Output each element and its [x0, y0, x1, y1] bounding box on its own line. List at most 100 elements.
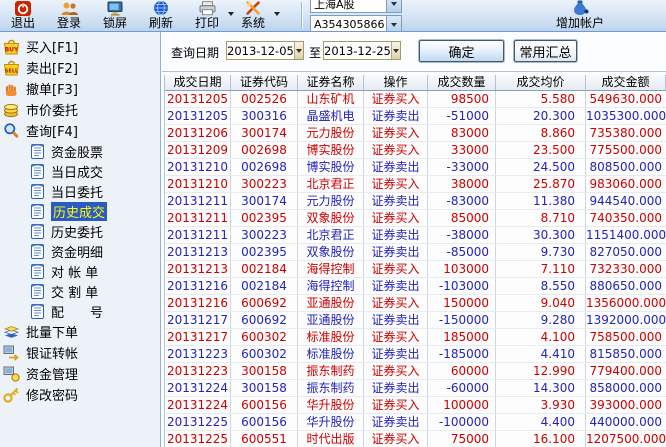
column-header-3[interactable]: 操作	[364, 75, 428, 90]
column-header-5[interactable]: 成交均价	[496, 75, 586, 90]
table-row[interactable]: 20131217600302标准股份证券买入1850004.100758500.…	[165, 329, 666, 346]
table-row[interactable]: 20131206300174元力股份证券买入830008.860735380.0…	[165, 125, 666, 142]
confirm-button[interactable]: 确定	[419, 40, 504, 62]
cell-amount: 880650.000	[586, 278, 666, 294]
chevron-down-icon[interactable]	[294, 42, 303, 59]
sidebar-item-allot-number[interactable]: 配 号	[0, 301, 160, 321]
table-row[interactable]: 20131210300223北京君正证券买入3800025.870983060.…	[165, 176, 666, 193]
cell-date: 20131205	[165, 91, 231, 107]
toolbar-button-system[interactable]: 系统	[230, 0, 276, 31]
cell-date: 20131216	[165, 278, 231, 294]
batch-icon	[1, 323, 21, 341]
table-row[interactable]: 20131224300158振东制药证券卖出-6000014.300858000…	[165, 380, 666, 397]
table-row[interactable]: 20131205300316晶盛机电证券卖出-5100020.300103530…	[165, 108, 666, 125]
table-row[interactable]: 20131210002698博实股份证券卖出-3300024.500808500…	[165, 159, 666, 176]
globe-icon	[153, 0, 169, 16]
cell-qty: 85000	[428, 210, 496, 226]
market-select[interactable]: 上海A股	[310, 0, 402, 13]
table-row[interactable]: 20131209002698博实股份证券买入3300023.500775500.…	[165, 142, 666, 159]
sidebar-item-market-order[interactable]: 市价委托	[0, 99, 160, 120]
sidebar-item-cancel-order[interactable]: 撤单[F3]	[0, 78, 160, 99]
cell-price: 9.280	[496, 312, 586, 328]
cell-price: 4.100	[496, 329, 586, 345]
table-row[interactable]: 20131211002395双象股份证券买入850008.710740350.0…	[165, 210, 666, 227]
chevron-down-icon[interactable]	[391, 42, 400, 59]
cell-qty: 75000	[428, 431, 496, 447]
toolbar-button-lock-screen[interactable]: 锁屏	[92, 0, 138, 31]
column-header-1[interactable]: 证券代码	[231, 75, 298, 90]
table-row[interactable]: 20131211300174元力股份证券卖出-8300011.380944540…	[165, 193, 666, 210]
to-date-select[interactable]: 2013-12-25	[323, 41, 401, 60]
summary-button[interactable]: 常用汇总	[514, 40, 577, 62]
table-row[interactable]: 20131225600156华升股份证券卖出-1000004.400440000…	[165, 414, 666, 431]
table-row[interactable]: 20131216600692亚通股份证券买入1500009.0401356000…	[165, 295, 666, 312]
table-row[interactable]: 20131224600156华升股份证券买入1000003.930393000.…	[165, 397, 666, 414]
sidebar-item-today-deals[interactable]: 当日成交	[0, 161, 160, 181]
sidebar-item-statement[interactable]: 对 帐 单	[0, 261, 160, 281]
sidebar-item-label: 资金股票	[51, 142, 103, 161]
cell-amount: 808500.000	[586, 159, 666, 175]
cell-date: 20131223	[165, 363, 231, 379]
account-select[interactable]: A354305866	[310, 15, 402, 32]
table-row[interactable]: 20131216002184海得控制证券卖出-1030008.550880650…	[165, 278, 666, 295]
cell-amount: 1035300.000	[586, 108, 666, 124]
table-row[interactable]: 20131211300223北京君正证券卖出-3800030.300115140…	[165, 227, 666, 244]
table-row[interactable]: 20131225600551时代出版证券买入7500016.1001207500…	[165, 431, 666, 447]
sidebar-item-label: 资金管理	[26, 364, 78, 383]
sidebar-item-today-orders[interactable]: 当日委托	[0, 181, 160, 201]
dropdown-caret-icon[interactable]	[274, 12, 280, 16]
column-header-6[interactable]: 成交金额	[586, 75, 666, 90]
cell-name: 海得控制	[298, 278, 364, 294]
sidebar-item-buy[interactable]: BUY买入[F1]	[0, 36, 160, 57]
sidebar-item-query[interactable]: 查询[F4]	[0, 120, 160, 141]
sidebar-item-fund-manage[interactable]: 资金管理	[0, 363, 160, 384]
table-row[interactable]: 20131223600302标准股份证券卖出-1850004.410815850…	[165, 346, 666, 363]
cell-name: 双象股份	[298, 244, 364, 260]
sidebar-item-change-password[interactable]: 修改密码	[0, 384, 160, 405]
cell-qty: 103000	[428, 261, 496, 277]
cell-amount: 758500.000	[586, 329, 666, 345]
cell-date: 20131211	[165, 210, 231, 226]
sidebar-item-history-deals[interactable]: 历史成交	[0, 201, 160, 221]
column-header-0[interactable]: 成交日期	[165, 75, 231, 90]
chevron-down-icon[interactable]	[386, 16, 401, 32]
magnifier-icon	[1, 122, 21, 140]
table-row[interactable]: 20131213002395双象股份证券卖出-850009.730827050.…	[165, 244, 666, 261]
cell-code: 002526	[231, 91, 298, 107]
cell-code: 300316	[231, 108, 298, 124]
sidebar-item-bank-transfer[interactable]: 银证转帐	[0, 342, 160, 363]
cell-name: 博实股份	[298, 142, 364, 158]
doc-icon	[27, 282, 47, 300]
table-header: 成交日期证券代码证券名称操作成交数量成交均价成交金额	[165, 75, 666, 91]
cell-name: 时代出版	[298, 431, 364, 447]
sidebar-item-batch-order[interactable]: 批量下单	[0, 321, 160, 342]
toolbar-button-add-account[interactable]: 增加帐户	[544, 0, 616, 31]
cell-amount: 740350.000	[586, 210, 666, 226]
column-header-4[interactable]: 成交数量	[428, 75, 496, 90]
chevron-down-icon[interactable]	[386, 0, 401, 12]
sidebar-item-delivery-note[interactable]: 交 割 单	[0, 281, 160, 301]
cell-date: 20131224	[165, 380, 231, 396]
sidebar-item-sell[interactable]: SELL卖出[F2]	[0, 57, 160, 78]
cell-op: 证券卖出	[364, 193, 428, 209]
cell-code: 600302	[231, 329, 298, 345]
column-header-2[interactable]: 证券名称	[298, 75, 364, 90]
sidebar-item-history-orders[interactable]: 历史委托	[0, 221, 160, 241]
table-row[interactable]: 20131223300158振东制药证券买入6000012.990779400.…	[165, 363, 666, 380]
sidebar-item-fund-stock[interactable]: 资金股票	[0, 141, 160, 161]
cell-date: 20131225	[165, 431, 231, 447]
sidebar-item-label: 卖出[F2]	[26, 58, 78, 77]
from-date-select[interactable]: 2013-12-05	[226, 41, 304, 60]
toolbar-combos: 上海A股 A354305866	[310, 0, 402, 32]
toolbar-button-refresh[interactable]: 刷新	[138, 0, 184, 31]
toolbar-button-print[interactable]: 打印	[184, 0, 230, 31]
toolbar: 退出登录锁屏刷新打印系统 上海A股 A354305866 增加帐户	[0, 0, 666, 32]
table-row[interactable]: 20131213002184海得控制证券买入1030007.110732330.…	[165, 261, 666, 278]
table-row[interactable]: 20131205002526山东矿机证券买入985005.580549630.0…	[165, 91, 666, 108]
table-row[interactable]: 20131217600692亚通股份证券卖出-1500009.280139200…	[165, 312, 666, 329]
add-account-label: 增加帐户	[556, 16, 604, 30]
sidebar-item-fund-detail[interactable]: 资金明细	[0, 241, 160, 261]
sidebar-item-label: 批量下单	[26, 322, 78, 341]
toolbar-button-exit[interactable]: 退出	[0, 0, 46, 31]
toolbar-button-login[interactable]: 登录	[46, 0, 92, 31]
